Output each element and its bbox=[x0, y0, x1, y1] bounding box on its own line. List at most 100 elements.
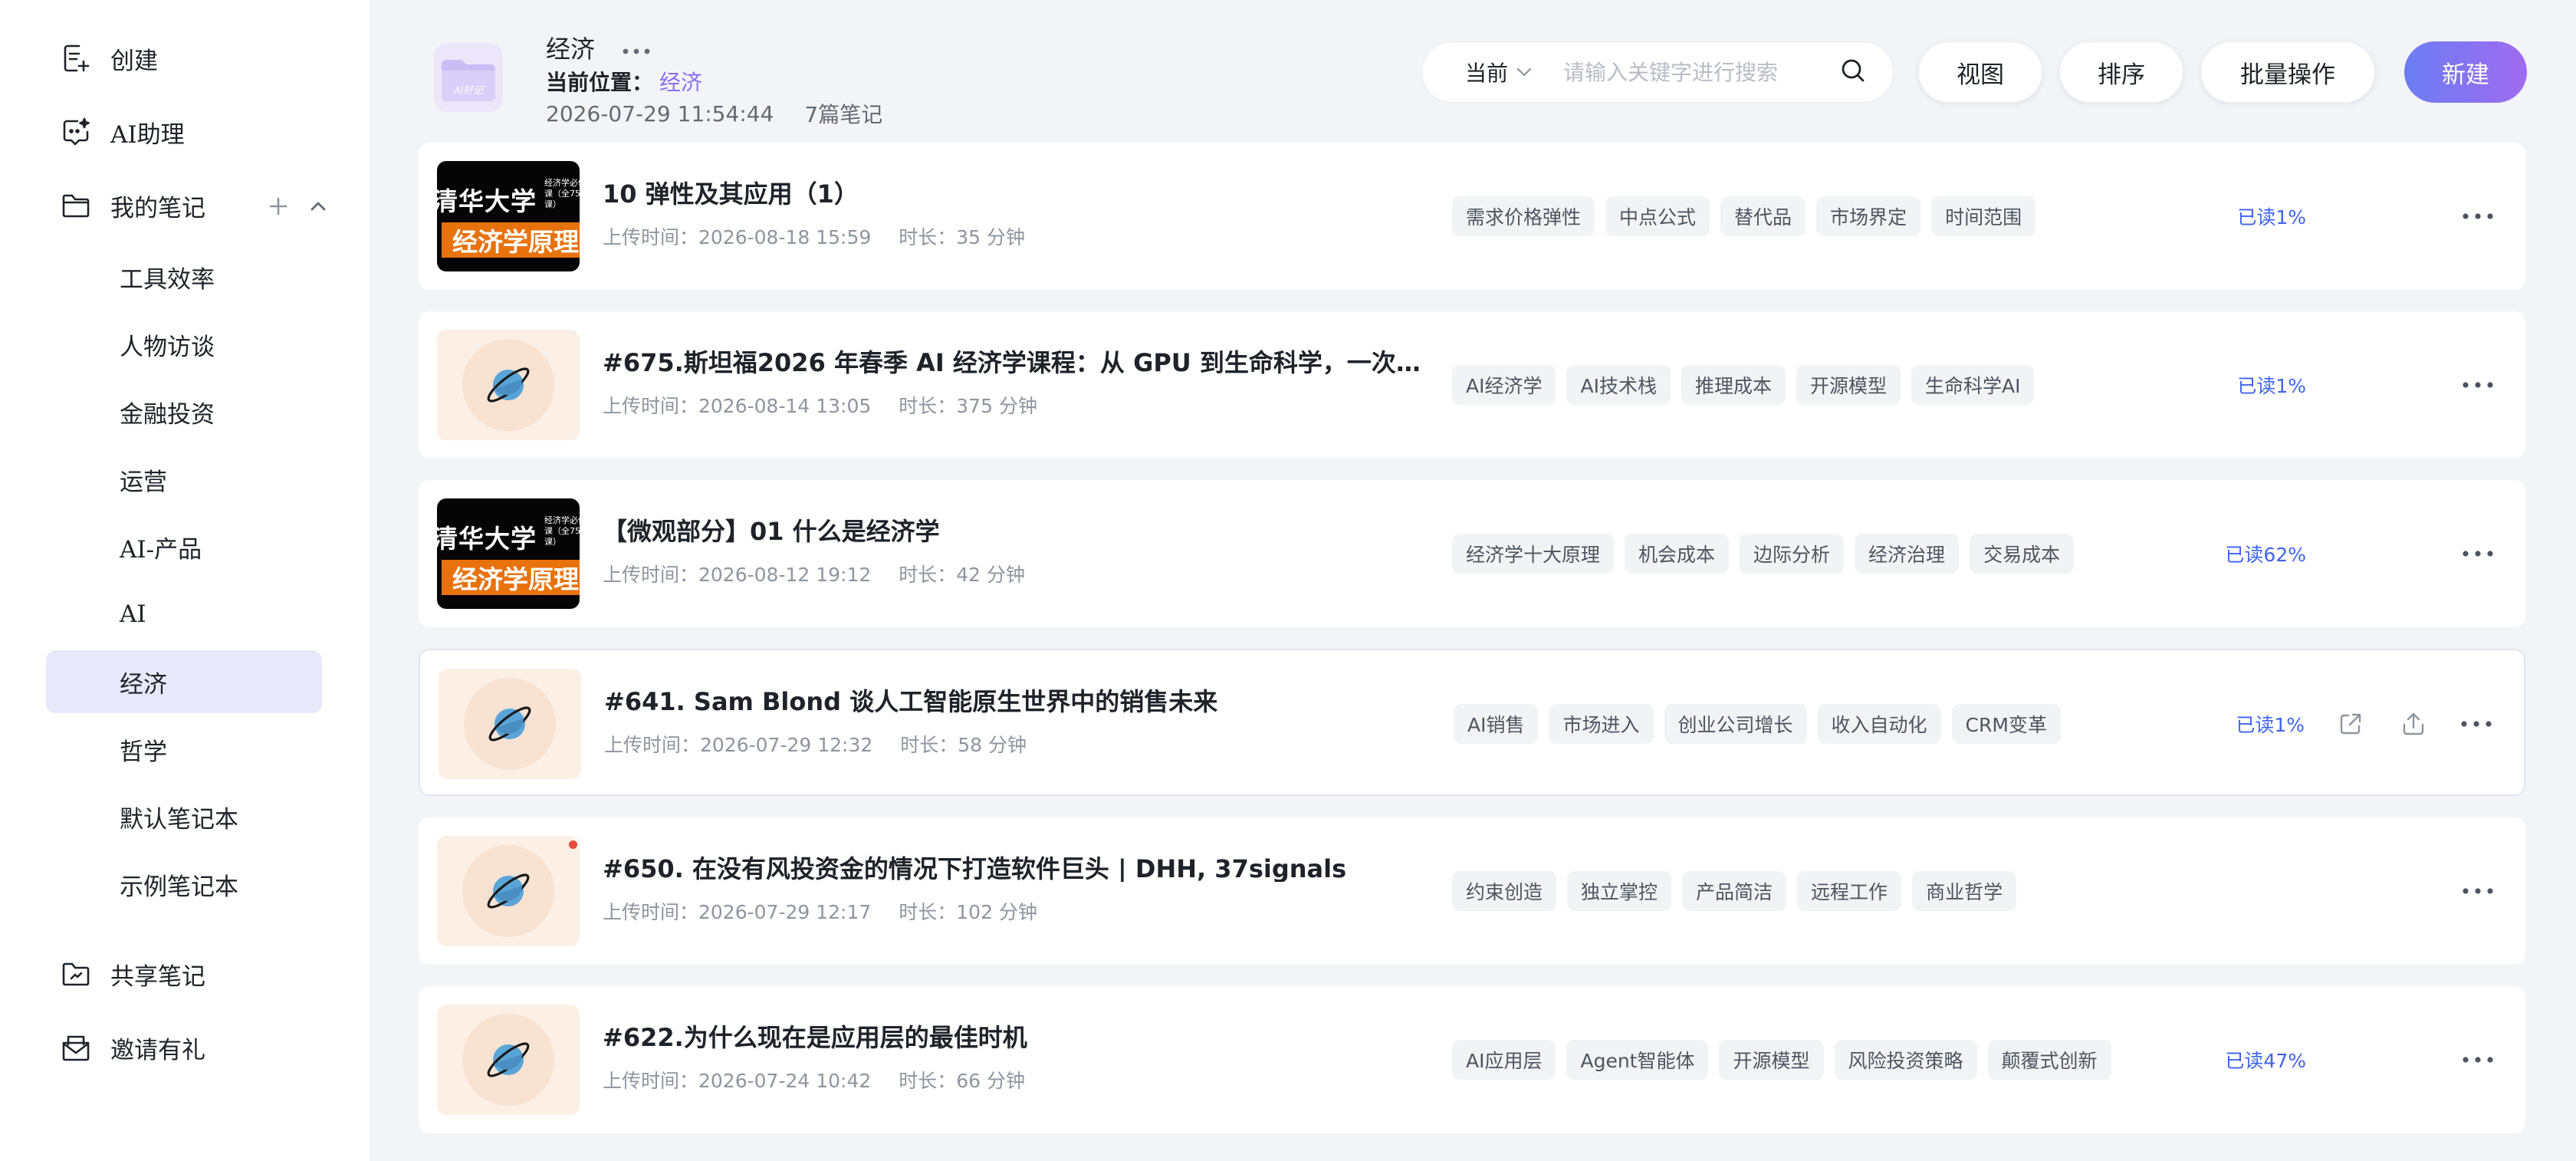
more-options-icon[interactable] bbox=[2461, 543, 2495, 564]
note-card[interactable]: #622.为什么现在是应用层的最佳时机 上传时间：2026-07-24 10:4… bbox=[419, 986, 2525, 1133]
notebook-item[interactable]: 工具效率 bbox=[46, 245, 322, 308]
note-upload-time: 上传时间：2026-08-18 15:59 bbox=[603, 226, 872, 248]
tag[interactable]: 经济治理 bbox=[1855, 534, 1960, 574]
note-tags: AI经济学 AI技术栈 推理成本 开源模型 生命科学AI bbox=[1452, 365, 2035, 405]
tag[interactable]: 需求价格弹性 bbox=[1452, 196, 1595, 236]
tag[interactable]: 市场界定 bbox=[1816, 196, 1921, 236]
note-card[interactable]: 清华大学 经济学必修课（全75课） 经济学原理 【微观部分】01 什么是经济学 … bbox=[419, 480, 2525, 627]
nav-invite-label: 邀请有礼 bbox=[110, 1036, 205, 1064]
search-input[interactable] bbox=[1563, 59, 1840, 85]
tag[interactable]: 推理成本 bbox=[1681, 365, 1786, 405]
tag[interactable]: 远程工作 bbox=[1797, 871, 1902, 911]
planet-icon bbox=[487, 367, 530, 403]
tag[interactable]: 开源模型 bbox=[1719, 1040, 1824, 1080]
tag[interactable]: 风险投资策略 bbox=[1834, 1040, 1977, 1080]
breadcrumb-link[interactable]: 经济 bbox=[659, 66, 702, 97]
tag[interactable]: 经济学十大原理 bbox=[1452, 534, 1615, 574]
search-scope-select[interactable]: 当前 bbox=[1465, 57, 1533, 87]
tag[interactable]: 生命科学AI bbox=[1911, 365, 2035, 405]
tag[interactable]: 商业哲学 bbox=[1912, 871, 2017, 911]
note-card-hovered[interactable]: #641. Sam Blond 谈人工智能原生世界中的销售未来 上传时间：202… bbox=[419, 649, 2525, 796]
view-button[interactable]: 视图 bbox=[1918, 41, 2042, 103]
tag[interactable]: 机会成本 bbox=[1625, 534, 1730, 574]
tag[interactable]: 创业公司增长 bbox=[1664, 704, 1807, 744]
tag[interactable]: CRM变革 bbox=[1951, 704, 2061, 744]
notebook-item[interactable]: AI-产品 bbox=[46, 515, 322, 578]
title-more-icon[interactable] bbox=[621, 33, 652, 62]
note-duration: 时长：58 分钟 bbox=[900, 734, 1027, 756]
note-card[interactable]: 清华大学 经济学必修课（全75课） 经济学原理 10 弹性及其应用（1） 上传时… bbox=[419, 143, 2525, 290]
tag[interactable]: 时间范围 bbox=[1931, 196, 2036, 236]
sort-button[interactable]: 排序 bbox=[2059, 41, 2183, 103]
page-title-text: 经济 bbox=[546, 35, 596, 64]
collapse-chevron-up-icon[interactable] bbox=[307, 195, 330, 218]
tag[interactable]: 替代品 bbox=[1720, 196, 1806, 236]
tag[interactable]: 市场进入 bbox=[1549, 704, 1654, 744]
note-meta: 上传时间：2026-07-29 12:32 时长：58 分钟 bbox=[604, 730, 1027, 758]
more-options-icon[interactable] bbox=[2461, 1049, 2495, 1071]
tag[interactable]: 开源模型 bbox=[1796, 365, 1901, 405]
notebook-item[interactable]: 默认笔记本 bbox=[46, 785, 322, 848]
note-title[interactable]: #675.斯坦福2026 年春季 AI 经济学课程：从 GPU 到生命科学，一次… bbox=[603, 344, 1423, 376]
planet-icon bbox=[488, 706, 531, 742]
tag[interactable]: 约束创造 bbox=[1452, 871, 1557, 911]
tag[interactable]: 产品简洁 bbox=[1682, 871, 1787, 911]
search-bar: 当前 bbox=[1421, 41, 1894, 103]
cover-course-text: 经济学原理 bbox=[442, 222, 580, 258]
nav-create[interactable]: 创建 bbox=[60, 35, 158, 81]
tag[interactable]: 颠覆式创新 bbox=[1987, 1040, 2111, 1080]
share-upload-icon[interactable] bbox=[2398, 709, 2429, 739]
tag[interactable]: 独立掌控 bbox=[1567, 871, 1672, 911]
search-icon[interactable] bbox=[1839, 57, 1867, 87]
tag[interactable]: 边际分析 bbox=[1740, 534, 1845, 574]
notebook-item[interactable]: 金融投资 bbox=[46, 380, 322, 443]
tag[interactable]: AI销售 bbox=[1454, 704, 1539, 744]
notebook-item-active[interactable]: 经济 bbox=[46, 650, 322, 713]
note-tags: 经济学十大原理 机会成本 边际分析 经济治理 交易成本 bbox=[1452, 534, 2075, 574]
notebook-item[interactable]: 运营 bbox=[46, 448, 322, 511]
tag[interactable]: AI应用层 bbox=[1452, 1040, 1556, 1080]
notebook-item[interactable]: 哲学 bbox=[46, 718, 322, 781]
nav-shared-notes[interactable]: 共享笔记 bbox=[60, 951, 205, 997]
breadcrumb-label: 当前位置： bbox=[546, 70, 654, 95]
my-notes-actions bbox=[267, 189, 330, 223]
more-options-icon[interactable] bbox=[2461, 880, 2495, 902]
breadcrumb: 当前位置： 经济 bbox=[546, 66, 702, 97]
more-options-icon[interactable] bbox=[2461, 374, 2495, 396]
tag[interactable]: 中点公式 bbox=[1605, 196, 1710, 236]
notebook-item[interactable]: 示例笔记本 bbox=[46, 853, 322, 916]
note-tags: AI销售 市场进入 创业公司增长 收入自动化 CRM变革 bbox=[1454, 704, 2061, 744]
note-meta: 上传时间：2026-07-29 12:17 时长：102 分钟 bbox=[603, 897, 1037, 925]
notebook-item[interactable]: 人物访谈 bbox=[46, 313, 322, 376]
new-note-button[interactable]: 新建 bbox=[2404, 41, 2527, 103]
note-upload-time: 上传时间：2026-08-12 19:12 bbox=[603, 564, 872, 586]
cover-small-text: 经济学必修课（全75课） bbox=[544, 515, 580, 547]
nav-invite[interactable]: 邀请有礼 bbox=[60, 1025, 205, 1071]
note-title[interactable]: 10 弹性及其应用（1） bbox=[603, 175, 1423, 207]
note-duration: 时长：375 分钟 bbox=[899, 395, 1037, 417]
nav-ai-assistant[interactable]: AI助理 bbox=[60, 109, 185, 155]
more-options-icon[interactable] bbox=[2461, 206, 2495, 227]
batch-action-button[interactable]: 批量操作 bbox=[2200, 41, 2375, 103]
tag[interactable]: AI技术栈 bbox=[1566, 365, 1671, 405]
note-title[interactable]: #622.为什么现在是应用层的最佳时机 bbox=[603, 1018, 1423, 1051]
note-thumbnail bbox=[437, 1005, 580, 1115]
more-options-icon[interactable] bbox=[2459, 713, 2493, 735]
note-title[interactable]: #641. Sam Blond 谈人工智能原生世界中的销售未来 bbox=[604, 682, 1424, 715]
open-external-icon[interactable] bbox=[2335, 709, 2366, 739]
note-card[interactable]: #675.斯坦福2026 年春季 AI 经济学课程：从 GPU 到生命科学，一次… bbox=[419, 311, 2525, 459]
add-notebook-plus-icon[interactable] bbox=[267, 195, 290, 218]
page-title: 经济 bbox=[546, 31, 652, 64]
tag[interactable]: AI经济学 bbox=[1452, 365, 1556, 405]
tag[interactable]: Agent智能体 bbox=[1566, 1040, 1709, 1080]
note-title[interactable]: #650. 在没有风投资金的情况下打造软件巨头 | DHH, 37signals bbox=[603, 850, 1423, 882]
note-upload-time: 上传时间：2026-07-29 12:17 bbox=[603, 901, 872, 923]
tag[interactable]: 收入自动化 bbox=[1817, 704, 1941, 744]
nav-my-notes[interactable]: 我的笔记 bbox=[60, 183, 205, 229]
note-title[interactable]: 【微观部分】01 什么是经济学 bbox=[603, 512, 1423, 544]
note-card[interactable]: #650. 在没有风投资金的情况下打造软件巨头 | DHH, 37signals… bbox=[419, 817, 2525, 965]
tag[interactable]: 交易成本 bbox=[1970, 534, 2075, 574]
notebook-item[interactable]: AI bbox=[46, 583, 322, 646]
chevron-down-icon bbox=[1516, 67, 1532, 77]
read-progress: 已读1% bbox=[2237, 375, 2306, 397]
